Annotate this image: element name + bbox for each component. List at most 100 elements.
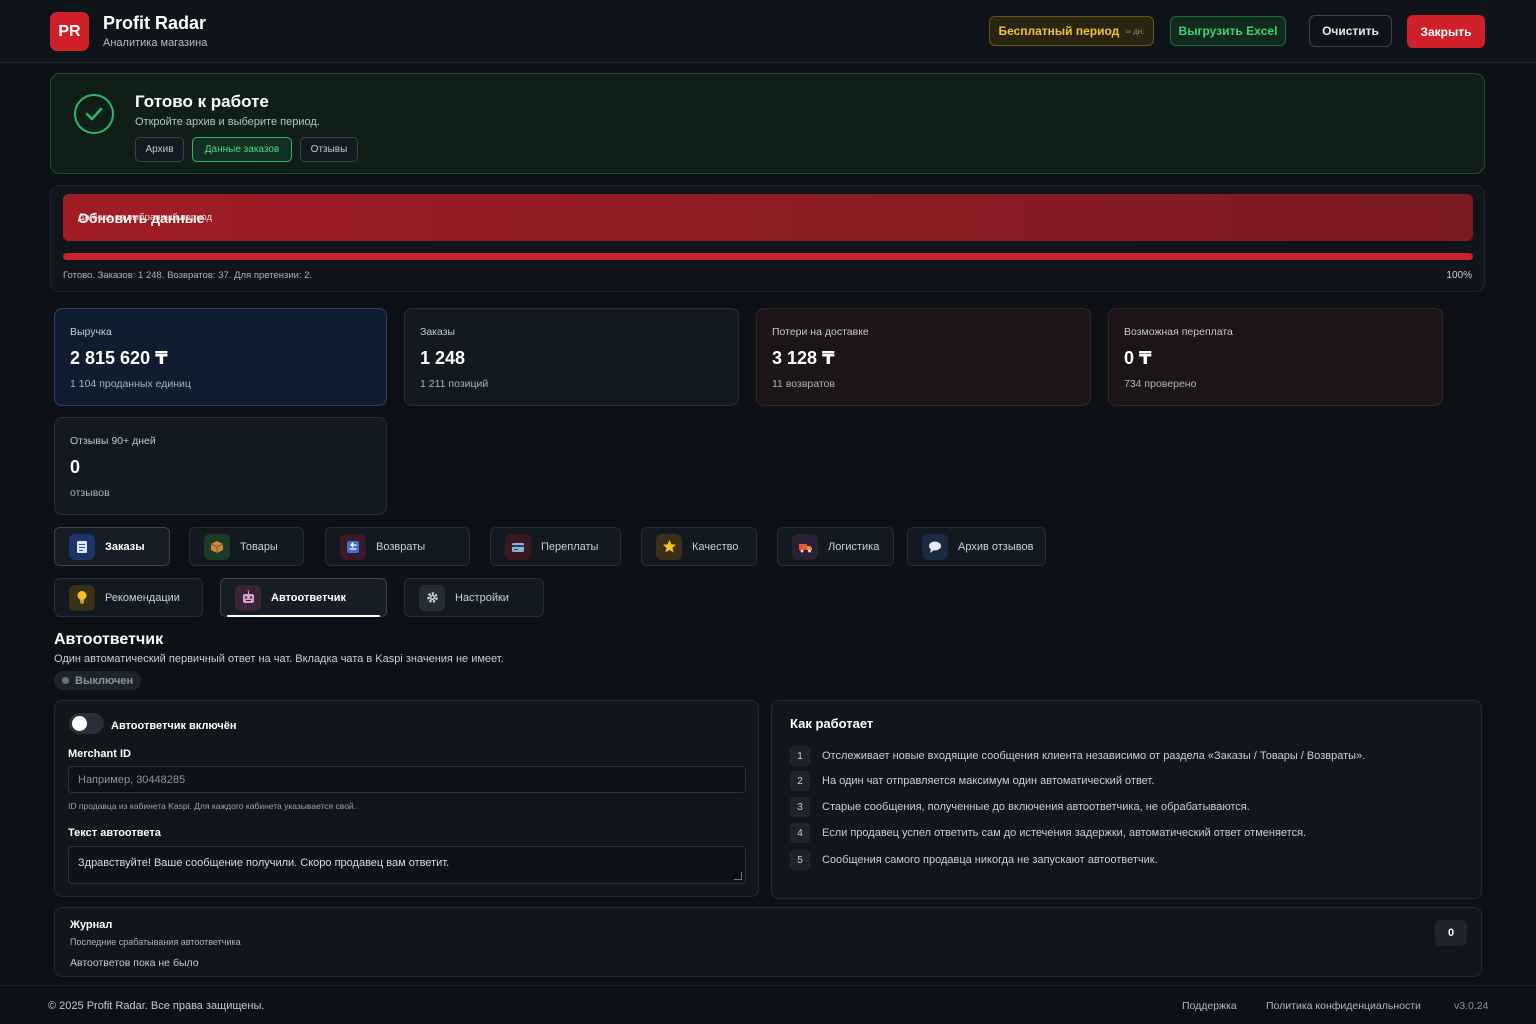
autoresponder-toggle[interactable]	[69, 713, 104, 734]
tab-review-archive[interactable]: Архив отзывов	[907, 527, 1046, 566]
how-title: Как работает	[790, 716, 874, 731]
merchant-id-label: Merchant ID	[68, 748, 131, 760]
chip-order-data[interactable]: Данные заказов	[192, 137, 292, 162]
tab-logistics[interactable]: Логистика	[777, 527, 894, 566]
tab-returns[interactable]: Возвраты	[325, 527, 470, 566]
journal-count-badge: 0	[1435, 920, 1467, 946]
ready-subtitle: Откройте архив и выберите период.	[135, 116, 320, 128]
tab-products[interactable]: Товары	[189, 527, 304, 566]
how-it-works-panel: Как работает 1 Отслеживает новые входящи…	[771, 700, 1482, 899]
tab-label: Товары	[240, 540, 278, 553]
stat-value: 0 ₸	[1124, 348, 1152, 368]
stat-value: 2 815 620 ₸	[70, 348, 168, 368]
bulb-icon	[69, 584, 95, 611]
update-panel: Обновить данные Данные за выбранный пери…	[50, 185, 1485, 292]
step-text: Старые сообщения, полученные до включени…	[822, 801, 1250, 813]
progress-fill	[63, 253, 1473, 260]
progress-percent: 100%	[1446, 270, 1472, 281]
box-icon	[204, 533, 230, 560]
stat-title: Выручка	[70, 326, 112, 338]
autoresponder-settings-panel: Автоответчик включён Merchant ID Наприме…	[54, 700, 759, 897]
chat-icon	[922, 533, 948, 560]
update-button-hint: Данные за выбранный период	[78, 212, 213, 223]
stat-sub: отзывов	[70, 487, 110, 499]
stat-sub: 11 возвратов	[772, 378, 835, 390]
card-icon	[505, 533, 531, 560]
progress-bar	[63, 253, 1473, 260]
return-icon	[340, 533, 366, 560]
stat-title: Потери на доставке	[772, 326, 869, 338]
step-text: На один чат отправляется максимум один а…	[822, 775, 1155, 787]
ready-title: Готово к работе	[135, 92, 269, 111]
resize-handle[interactable]	[734, 872, 742, 880]
tab-orders[interactable]: Заказы	[54, 527, 170, 566]
star-icon	[656, 533, 682, 560]
close-button[interactable]: Закрыть	[1407, 15, 1485, 48]
tab-settings[interactable]: Настройки	[404, 578, 544, 617]
copyright: © 2025 Profit Radar. Все права защищены.	[48, 1000, 265, 1012]
tab-overpayments[interactable]: Переплаты	[490, 527, 621, 566]
trial-label: Бесплатный период	[998, 24, 1120, 38]
stat-reviews-90: Отзывы 90+ дней 0 отзывов	[54, 417, 387, 515]
clear-button[interactable]: Очистить	[1309, 15, 1392, 47]
step-item: 1 Отслеживает новые входящие сообщения к…	[790, 746, 1365, 766]
stat-value: 0	[70, 457, 81, 477]
tab-label: Автоответчик	[271, 591, 346, 604]
orders-icon	[69, 533, 95, 560]
stat-value: 1 248	[420, 348, 466, 368]
toggle-knob	[72, 716, 87, 731]
tab-recommendations[interactable]: Рекомендации	[54, 578, 203, 617]
section-title: Автоответчик	[54, 631, 164, 648]
app-header: PR Profit Radar Аналитика магазина Беспл…	[0, 0, 1536, 63]
merchant-id-hint: ID продавца из кабинета Kaspi. Для каждо…	[68, 801, 357, 811]
app-subtitle: Аналитика магазина	[103, 37, 208, 49]
trial-days: ∞ дн.	[1125, 26, 1145, 36]
trial-period-button[interactable]: Бесплатный период ∞ дн.	[989, 16, 1154, 46]
journal-title: Журнал	[70, 919, 113, 931]
footer: © 2025 Profit Radar. Все права защищены.…	[0, 985, 1536, 1024]
tab-autoresponder[interactable]: Автоответчик	[220, 578, 387, 617]
update-status: Готово. Заказов: 1 248. Возвратов: 37. Д…	[63, 270, 313, 281]
stat-value: 3 128 ₸	[772, 348, 835, 368]
chip-archive[interactable]: Архив	[135, 137, 184, 162]
stat-title: Отзывы 90+ дней	[70, 435, 156, 447]
reply-text-value: Здравствуйте! Ваше сообщение получили. С…	[78, 857, 450, 869]
export-excel-button[interactable]: Выгрузить Excel	[1170, 16, 1286, 46]
step-number: 1	[790, 746, 810, 766]
step-item: 2 На один чат отправляется максимум один…	[790, 771, 1154, 791]
step-text: Отслеживает новые входящие сообщения кли…	[822, 750, 1366, 762]
tab-label: Качество	[692, 540, 739, 553]
section-subtitle: Один автоматический первичный ответ на ч…	[54, 653, 504, 665]
step-text: Если продавец успел ответить сам до исте…	[822, 827, 1307, 839]
app-title: Profit Radar	[103, 13, 207, 33]
step-item: 3 Старые сообщения, полученные до включе…	[790, 797, 1250, 817]
step-item: 5 Сообщения самого продавца никогда не з…	[790, 850, 1158, 870]
tab-label: Переплаты	[541, 540, 599, 553]
check-icon	[74, 94, 114, 134]
stat-overpayment: Возможная переплата 0 ₸ 734 проверено	[1108, 308, 1443, 406]
stat-title: Возможная переплата	[1124, 326, 1233, 338]
ready-card: Готово к работе Откройте архив и выберит…	[50, 73, 1485, 174]
status-dot	[62, 677, 69, 684]
toggle-label: Автоответчик включён	[111, 720, 237, 732]
update-data-button[interactable]: Обновить данные Данные за выбранный пери…	[63, 194, 1473, 241]
stat-title: Заказы	[420, 326, 456, 338]
app-logo: PR	[50, 12, 89, 51]
tab-label: Рекомендации	[105, 591, 180, 604]
reply-text-label: Текст автоответа	[68, 827, 161, 839]
reply-text-input[interactable]: Здравствуйте! Ваше сообщение получили. С…	[68, 846, 746, 884]
merchant-id-input[interactable]: Например, 30448285	[68, 766, 746, 793]
journal-subtitle: Последние срабатывания автоответчика	[70, 937, 241, 947]
robot-icon	[235, 584, 261, 611]
support-link[interactable]: Поддержка	[1182, 1000, 1237, 1012]
journal-panel: Журнал Последние срабатывания автоответч…	[54, 907, 1482, 977]
tab-label: Архив отзывов	[958, 540, 1034, 553]
truck-icon	[792, 533, 818, 560]
gear-icon	[419, 584, 445, 611]
privacy-link[interactable]: Политика конфиденциальности	[1266, 1000, 1421, 1012]
tab-label: Настройки	[455, 591, 509, 604]
tab-quality[interactable]: Качество	[641, 527, 757, 566]
step-number: 3	[790, 797, 810, 817]
chip-reviews[interactable]: Отзывы	[300, 137, 358, 162]
tab-label: Заказы	[105, 540, 145, 553]
